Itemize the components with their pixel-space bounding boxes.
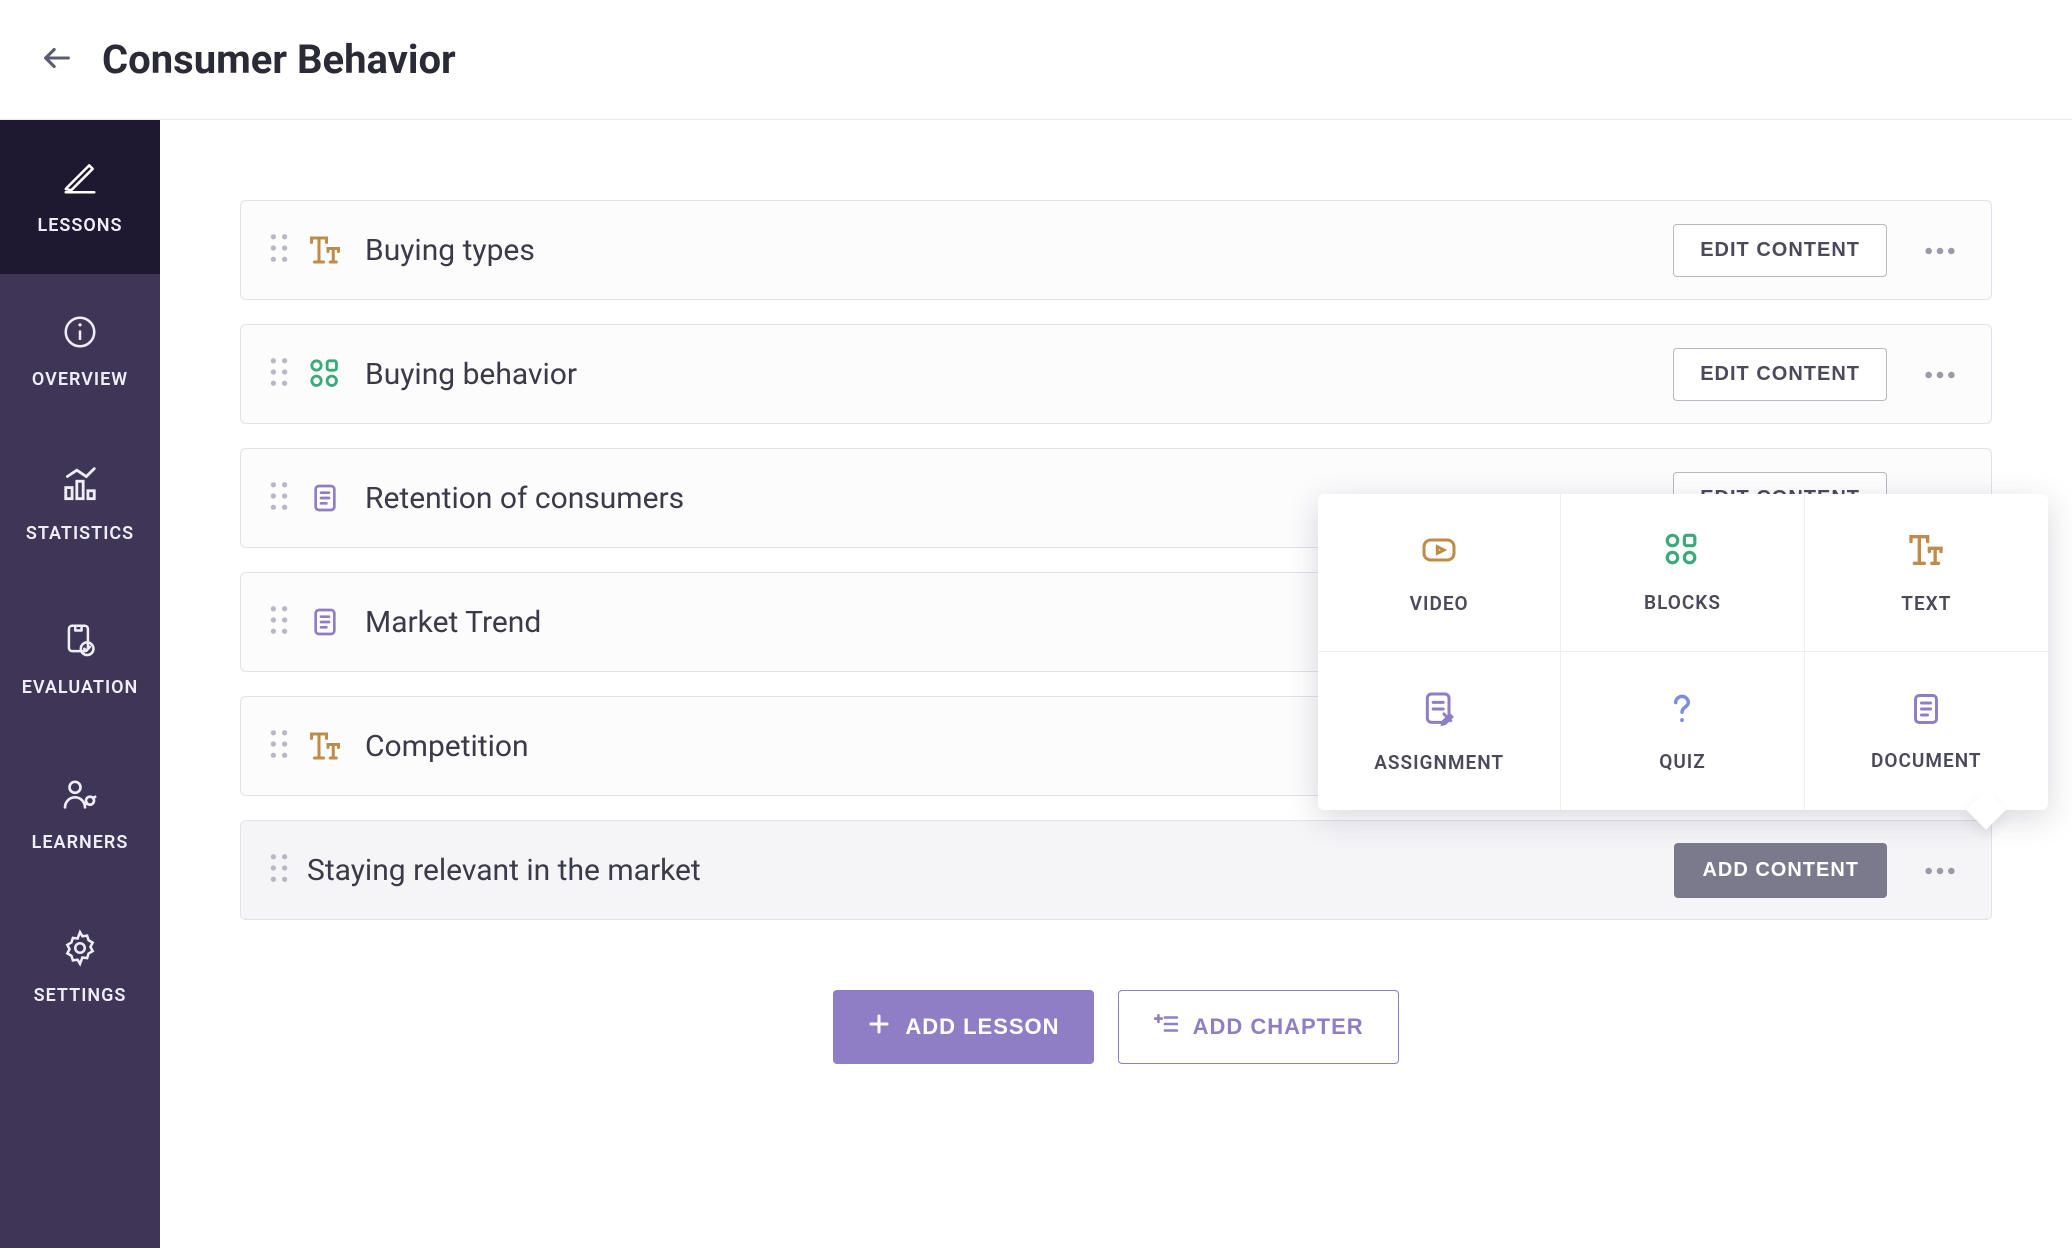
text-type-icon xyxy=(307,728,343,764)
more-icon[interactable] xyxy=(1917,235,1963,266)
drag-handle-icon[interactable] xyxy=(269,357,289,391)
drag-handle-icon[interactable] xyxy=(269,605,289,639)
drag-handle-icon[interactable] xyxy=(269,233,289,267)
sidebar-item-overview[interactable]: OVERVIEW xyxy=(0,274,160,428)
add-chapter-label: ADD CHAPTER xyxy=(1193,1014,1364,1040)
header: Consumer Behavior xyxy=(0,0,2072,120)
add-content-button[interactable]: ADD CONTENT xyxy=(1674,843,1887,898)
popover-label: ASSIGNMENT xyxy=(1374,751,1504,774)
more-icon[interactable] xyxy=(1917,855,1963,886)
text-icon xyxy=(1906,530,1946,574)
document-icon xyxy=(1908,691,1944,731)
add-chapter-icon xyxy=(1153,1011,1179,1043)
sidebar-item-statistics[interactable]: STATISTICS xyxy=(0,428,160,582)
drag-handle-icon[interactable] xyxy=(269,481,289,515)
chart-icon xyxy=(61,467,99,509)
lesson-title: Buying behavior xyxy=(365,357,1673,392)
plus-icon xyxy=(867,1012,891,1042)
sidebar-item-label: STATISTICS xyxy=(26,523,134,544)
sidebar-item-label: SETTINGS xyxy=(34,985,127,1006)
main-content: Buying types EDIT CONTENT Buying behavio… xyxy=(160,120,2072,1248)
gear-icon xyxy=(61,929,99,971)
assignment-icon xyxy=(1419,689,1459,733)
edit-content-button[interactable]: EDIT CONTENT xyxy=(1673,348,1887,401)
chapter-row[interactable]: Staying relevant in the market ADD CONTE… xyxy=(240,820,1992,920)
edit-content-button[interactable]: EDIT CONTENT xyxy=(1673,224,1887,277)
lesson-title: Buying types xyxy=(365,233,1673,268)
video-icon xyxy=(1419,530,1459,574)
pencil-icon xyxy=(61,159,99,201)
popover-option-text[interactable]: TEXT xyxy=(1805,494,2048,652)
people-icon xyxy=(60,774,100,818)
bottom-actions: ADD LESSON ADD CHAPTER xyxy=(240,990,1992,1064)
sidebar-item-evaluation[interactable]: EVALUATION xyxy=(0,582,160,736)
sidebar-item-label: LEARNERS xyxy=(32,832,129,853)
popover-option-assignment[interactable]: ASSIGNMENT xyxy=(1318,652,1561,810)
blocks-type-icon xyxy=(307,356,343,392)
content-type-popover: VIDEO BLOCKS TEXT ASSIGNMENT xyxy=(1318,494,2048,810)
popover-label: VIDEO xyxy=(1410,592,1469,615)
popover-option-video[interactable]: VIDEO xyxy=(1318,494,1561,652)
popover-label: DOCUMENT xyxy=(1871,749,1982,772)
popover-option-blocks[interactable]: BLOCKS xyxy=(1561,494,1804,652)
info-icon xyxy=(61,313,99,355)
sidebar-item-label: EVALUATION xyxy=(22,677,139,698)
sidebar: LESSONS OVERVIEW STATISTICS EVALUATION L xyxy=(0,120,160,1248)
add-chapter-button[interactable]: ADD CHAPTER xyxy=(1118,990,1399,1064)
sidebar-item-lessons[interactable]: LESSONS xyxy=(0,120,160,274)
popover-option-quiz[interactable]: QUIZ xyxy=(1561,652,1804,810)
popover-label: BLOCKS xyxy=(1644,591,1721,614)
sidebar-item-learners[interactable]: LEARNERS xyxy=(0,736,160,890)
quiz-icon xyxy=(1663,690,1701,732)
drag-handle-icon[interactable] xyxy=(269,729,289,763)
add-lesson-button[interactable]: ADD LESSON xyxy=(833,990,1093,1064)
popover-option-document[interactable]: DOCUMENT xyxy=(1805,652,2048,810)
popover-label: QUIZ xyxy=(1659,750,1706,773)
more-icon[interactable] xyxy=(1917,359,1963,390)
document-type-icon xyxy=(307,604,343,640)
clipboard-icon xyxy=(61,621,99,663)
lesson-row[interactable]: Buying behavior EDIT CONTENT xyxy=(240,324,1992,424)
chapter-title: Staying relevant in the market xyxy=(307,853,1674,888)
add-lesson-label: ADD LESSON xyxy=(905,1014,1059,1040)
page-title: Consumer Behavior xyxy=(102,36,456,83)
lesson-row[interactable]: Buying types EDIT CONTENT xyxy=(240,200,1992,300)
blocks-icon xyxy=(1663,531,1701,573)
sidebar-item-label: LESSONS xyxy=(38,215,123,236)
drag-handle-icon[interactable] xyxy=(269,853,289,887)
back-arrow-icon[interactable] xyxy=(40,41,74,79)
sidebar-item-label: OVERVIEW xyxy=(32,369,128,390)
document-type-icon xyxy=(307,480,343,516)
text-type-icon xyxy=(307,232,343,268)
popover-label: TEXT xyxy=(1901,592,1951,615)
sidebar-item-settings[interactable]: SETTINGS xyxy=(0,890,160,1044)
